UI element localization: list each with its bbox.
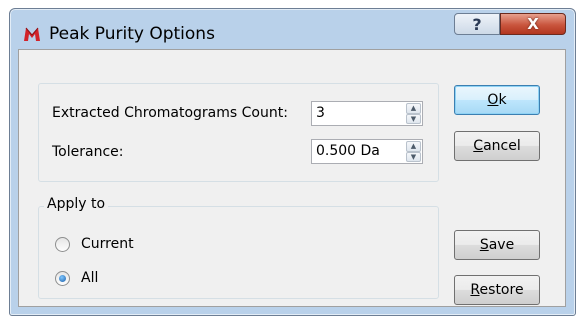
radio-current[interactable] <box>55 237 70 252</box>
restore-button[interactable]: Restore <box>454 275 540 305</box>
spin-down-icon[interactable]: ▼ <box>406 151 421 162</box>
cancel-button[interactable]: Cancel <box>454 131 540 161</box>
radio-all[interactable] <box>55 271 70 286</box>
save-label: ave <box>488 237 515 253</box>
radio-all-label[interactable]: All <box>81 270 98 286</box>
app-logo-icon <box>24 27 40 41</box>
cancel-mnemonic: C <box>473 138 484 154</box>
tolerance-label: Tolerance: <box>52 144 124 160</box>
extracted-count-arrows[interactable]: ▲ ▼ <box>406 103 421 124</box>
help-icon: ? <box>472 14 482 34</box>
dialog-body: Extracted Chromatograms Count: 3 ▲ ▼ Tol… <box>18 49 566 307</box>
tolerance-spinner[interactable]: 0.500 Da ▲ ▼ <box>311 139 423 164</box>
ok-label: k <box>498 92 507 108</box>
extracted-count-value: 3 <box>316 105 325 121</box>
close-icon: X <box>527 15 539 33</box>
options-group <box>38 83 439 182</box>
extracted-count-spinner[interactable]: 3 ▲ ▼ <box>311 101 423 126</box>
spin-down-icon[interactable]: ▼ <box>406 113 421 124</box>
extracted-count-label: Extracted Chromatograms Count: <box>52 105 288 121</box>
restore-label: estore <box>479 282 524 298</box>
apply-to-legend: Apply to <box>44 196 109 212</box>
save-button[interactable]: Save <box>454 230 540 260</box>
window-title: Peak Purity Options <box>49 24 215 44</box>
tolerance-value: 0.500 Da <box>316 143 380 159</box>
dialog-window: Peak Purity Options ? X Extracted Chroma… <box>9 8 576 316</box>
restore-mnemonic: R <box>470 282 480 298</box>
ok-mnemonic: O <box>487 92 499 108</box>
tolerance-arrows[interactable]: ▲ ▼ <box>406 141 421 162</box>
spin-up-icon[interactable]: ▲ <box>406 141 421 152</box>
spin-up-icon[interactable]: ▲ <box>406 103 421 114</box>
close-button[interactable]: X <box>500 13 566 35</box>
title-bar[interactable]: Peak Purity Options ? X <box>10 9 575 49</box>
radio-current-label[interactable]: Current <box>81 236 134 252</box>
save-mnemonic: S <box>479 237 489 253</box>
help-button[interactable]: ? <box>454 13 500 35</box>
ok-button[interactable]: Ok <box>454 85 540 115</box>
cancel-label: ancel <box>483 138 521 154</box>
